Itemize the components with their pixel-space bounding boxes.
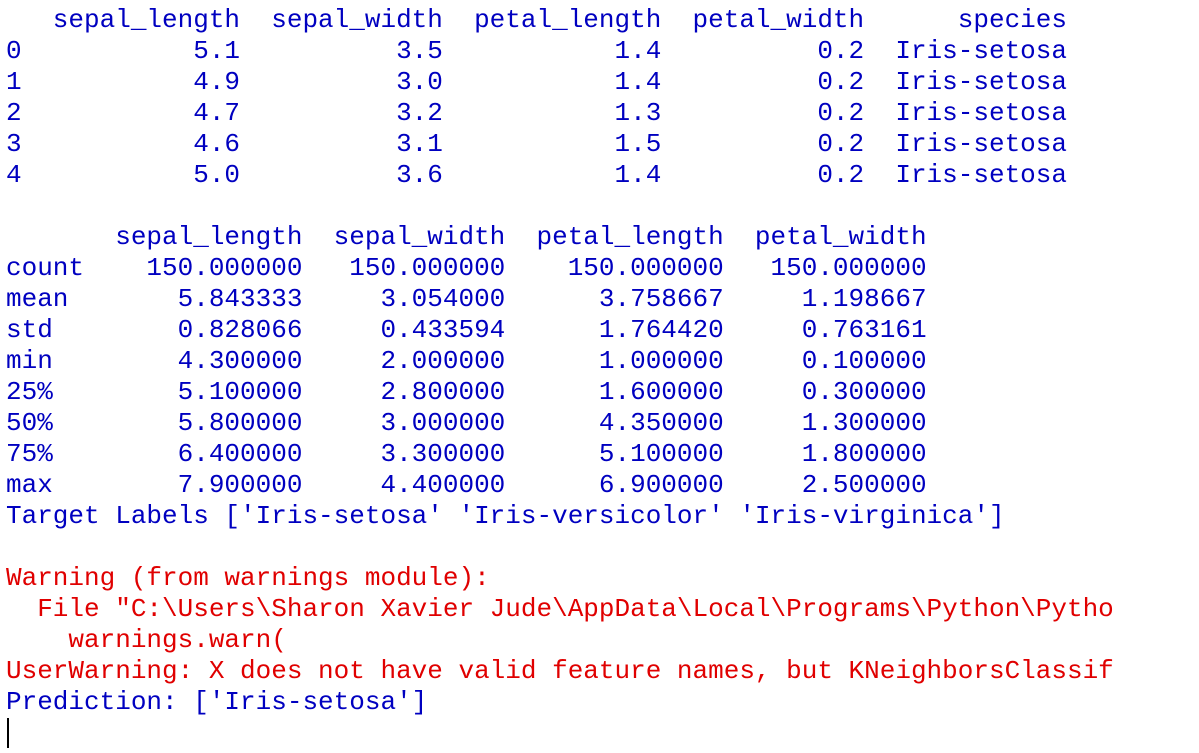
warning-source-line: warnings.warn( [6,625,287,655]
prediction-line: Prediction: ['Iris-setosa'] [6,687,428,717]
warning-file-path: File "C:\Users\Sharon Xavier Jude\AppDat… [6,594,1114,624]
warning-title: Warning (from warnings module): [6,563,490,593]
head-header-row: sepal_length sepal_width petal_length pe… [6,5,1067,35]
user-warning-message: UserWarning: X does not have valid featu… [6,656,1114,686]
head-row-2: 2 4.7 3.2 1.3 0.2 Iris-setosa [6,98,1067,128]
describe-row-count: count 150.000000 150.000000 150.000000 1… [6,253,927,283]
describe-row-min: min 4.300000 2.000000 1.000000 0.100000 [6,346,927,376]
text-cursor [7,718,9,748]
describe-row-50: 50% 5.800000 3.000000 4.350000 1.300000 [6,408,927,438]
describe-header-row: sepal_length sepal_width petal_length pe… [6,222,927,252]
target-labels-line: Target Labels ['Iris-setosa' 'Iris-versi… [6,501,1005,531]
describe-row-max: max 7.900000 4.400000 6.900000 2.500000 [6,470,927,500]
head-row-3: 3 4.6 3.1 1.5 0.2 Iris-setosa [6,129,1067,159]
describe-row-mean: mean 5.843333 3.054000 3.758667 1.198667 [6,284,927,314]
describe-row-25: 25% 5.100000 2.800000 1.600000 0.300000 [6,377,927,407]
head-row-1: 1 4.9 3.0 1.4 0.2 Iris-setosa [6,67,1067,97]
clipped-previous-output [0,0,1199,1]
describe-row-75: 75% 6.400000 3.300000 5.100000 1.800000 [6,439,927,469]
shell-output-area[interactable]: sepal_length sepal_width petal_length pe… [0,0,1199,753]
head-row-0: 0 5.1 3.5 1.4 0.2 Iris-setosa [6,36,1067,66]
head-row-4: 4 5.0 3.6 1.4 0.2 Iris-setosa [6,160,1067,190]
describe-row-std: std 0.828066 0.433594 1.764420 0.763161 [6,315,927,345]
